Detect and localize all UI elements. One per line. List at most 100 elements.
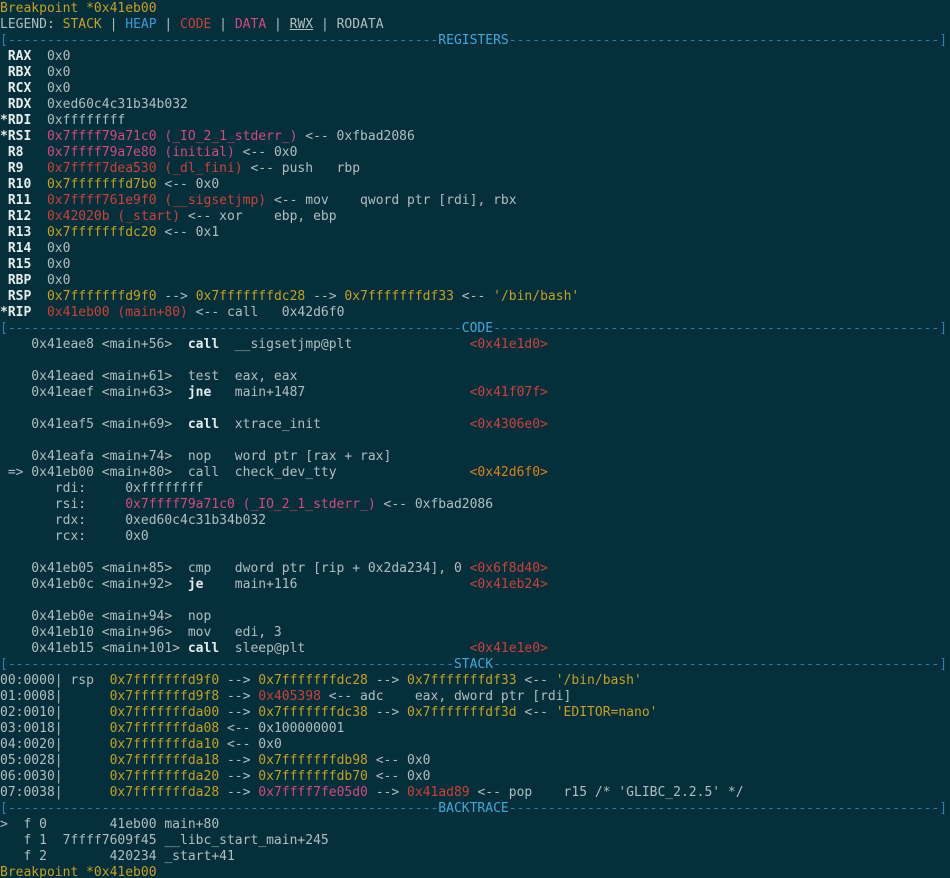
- text-segment: 03:0018|: [0, 721, 110, 736]
- text-segment: <-- 0x0: [219, 737, 282, 752]
- text-segment: <-- 0xfbad2086: [376, 497, 493, 512]
- terminal-line: RCX 0x0: [0, 81, 950, 97]
- text-segment: <0x41e1e0>: [470, 641, 548, 656]
- text-segment: 0x0: [31, 65, 70, 80]
- terminal-line: [---------------------------------------…: [0, 33, 950, 49]
- text-segment: 0x7fffffffd9f0: [110, 673, 220, 688]
- text-segment: <--: [454, 289, 493, 304]
- text-segment: R14: [0, 241, 31, 256]
- text-segment: -->: [219, 705, 258, 720]
- terminal-line: [0, 545, 950, 561]
- text-segment: *RDI: [0, 113, 31, 128]
- terminal-line: Breakpoint *0x41eb00: [0, 865, 950, 878]
- text-segment: 0x41eb00 (main+80): [47, 305, 188, 320]
- terminal-line: R8 0x7ffff79a7e80 (initial) <-- 0x0: [0, 145, 950, 161]
- terminal-line: 05:0028| 0x7fffffffda18 --> 0x7fffffffdb…: [0, 753, 950, 769]
- text-segment: 0x7fffffffdb98: [258, 753, 368, 768]
- text-segment: 0x405398: [258, 689, 321, 704]
- text-segment: 04:0020|: [0, 737, 110, 752]
- terminal-line: [---------------------------------------…: [0, 657, 950, 673]
- text-segment: STACK: [454, 657, 493, 672]
- text-segment: 0x7ffff7fe05d0: [258, 785, 368, 800]
- text-segment: 0x41eafa <main+74> nop word ptr [rax + r…: [0, 449, 391, 464]
- text-segment: 0x41eb15 <main+101>: [0, 641, 188, 656]
- terminal-line: 0x41eb15 <main+101> call sleep@plt <0x41…: [0, 641, 950, 657]
- text-segment: 0x41eb05 <main+85> cmp dword ptr [rip + …: [0, 561, 470, 576]
- text-segment: RWX: [290, 17, 313, 32]
- terminal-line: R11 0x7ffff761e9f0 (__sigsetjmp) <-- mov…: [0, 193, 950, 209]
- text-segment: 0x0: [31, 257, 70, 272]
- text-segment: __sigsetjmp@plt: [219, 337, 469, 352]
- prompt-footer: Breakpoint *0x41eb00: [0, 865, 950, 878]
- terminal-line: 07:0038| 0x7fffffffda28 --> 0x7ffff7fe05…: [0, 785, 950, 801]
- terminal-line: rdx: 0xed60c4c31b34b032: [0, 513, 950, 529]
- terminal-line: RAX 0x0: [0, 49, 950, 65]
- text-segment: <0x41e1d0>: [470, 337, 548, 352]
- text-segment: 0xffffffff: [31, 113, 125, 128]
- text-segment: [31, 177, 47, 192]
- text-segment: RBP: [0, 273, 31, 288]
- text-segment: 0x41eb0c <main+92>: [0, 577, 188, 592]
- text-segment: 0x41ad89: [407, 785, 470, 800]
- text-segment: sleep@plt: [219, 641, 469, 656]
- terminal-line: 00:0000| rsp 0x7fffffffd9f0 --> 0x7fffff…: [0, 673, 950, 689]
- text-segment: <-- mov qword ptr [rdi], rbx: [266, 193, 516, 208]
- text-segment: 0x0: [31, 81, 70, 96]
- text-segment: |: [313, 17, 336, 32]
- stack-panel: [---------------------------------------…: [0, 657, 950, 801]
- terminal-line: LEGEND: STACK | HEAP | CODE | DATA | RWX…: [0, 17, 950, 33]
- text-segment: STACK: [63, 17, 102, 32]
- text-segment: ----------------------------------------…: [509, 33, 947, 48]
- text-segment: |: [266, 17, 289, 32]
- text-segment: ----------------------------------------…: [493, 321, 947, 336]
- text-segment: 0x7fffffffdc20: [47, 225, 157, 240]
- terminal-line: f 2 420234 _start+41: [0, 849, 950, 865]
- text-segment: 0x7ffff7dea530 (_dl_fini): [47, 161, 243, 176]
- text-segment: -->: [368, 673, 407, 688]
- text-segment: RODATA: [337, 17, 384, 32]
- text-segment: CODE: [462, 321, 493, 336]
- text-segment: R11: [0, 193, 31, 208]
- text-segment: <-- 0x100000001: [219, 721, 344, 736]
- text-segment: 0x7fffffffda10: [110, 737, 220, 752]
- debugger-terminal-output[interactable]: Breakpoint *0x41eb00 LEGEND: STACK | HEAP…: [0, 0, 950, 878]
- registers-panel: [---------------------------------------…: [0, 33, 950, 321]
- terminal-line: RBP 0x0: [0, 273, 950, 289]
- text-segment: 0x41eaef <main+63>: [0, 385, 188, 400]
- text-segment: 0x7fffffffdc28: [258, 673, 368, 688]
- terminal-line: 03:0018| 0x7fffffffda08 <-- 0x100000001: [0, 721, 950, 737]
- text-segment: <-- 0x0: [368, 753, 431, 768]
- terminal-line: [---------------------------------------…: [0, 801, 950, 817]
- terminal-line: 0x41eb0e <main+94> nop: [0, 609, 950, 625]
- terminal-line: > f 0 41eb00 main+80: [0, 817, 950, 833]
- text-segment: -->: [219, 769, 258, 784]
- text-segment: [---------------------------------------…: [0, 33, 438, 48]
- terminal-line: [0, 353, 950, 369]
- text-segment: RCX: [0, 81, 31, 96]
- text-segment: rsi:: [0, 497, 125, 512]
- text-segment: [31, 193, 47, 208]
- text-segment: CODE: [180, 17, 211, 32]
- text-segment: <-- xor ebp, ebp: [180, 209, 337, 224]
- terminal-line: R10 0x7fffffffd7b0 <-- 0x0: [0, 177, 950, 193]
- terminal-line: 0x41eaed <main+61> test eax, eax: [0, 369, 950, 385]
- text-segment: -->: [368, 705, 407, 720]
- text-segment: 0x41eb10 <main+96> mov edi, 3: [0, 625, 282, 640]
- text-segment: 0x7fffffffd9f0: [47, 289, 157, 304]
- text-segment: <-- 0x0: [368, 769, 431, 784]
- text-segment: *RIP: [0, 305, 31, 320]
- terminal-line: 01:0008| 0x7fffffffd9f8 --> 0x405398 <--…: [0, 689, 950, 705]
- terminal-line: R13 0x7fffffffdc20 <-- 0x1: [0, 225, 950, 241]
- text-segment: rdi: 0xffffffff: [0, 481, 204, 496]
- terminal-line: RSP 0x7fffffffd9f0 --> 0x7fffffffdc28 --…: [0, 289, 950, 305]
- text-segment: <0x42d6f0>: [470, 465, 548, 480]
- text-segment: 0x7fffffffdf33: [407, 673, 517, 688]
- text-segment: => 0x41eb00 <main+80> call check_dev_tty: [0, 465, 470, 480]
- terminal-line: rdi: 0xffffffff: [0, 481, 950, 497]
- text-segment: f 2 420234 _start+41: [0, 849, 235, 864]
- terminal-line: 0x41eb0c <main+92> je main+116 <0x41eb24…: [0, 577, 950, 593]
- text-segment: 0x41eaf5 <main+69>: [0, 417, 188, 432]
- text-segment: <-- pop r15 /* 'GLIBC_2.2.5' */: [470, 785, 744, 800]
- terminal-line: R15 0x0: [0, 257, 950, 273]
- text-segment: '/bin/bash': [556, 673, 642, 688]
